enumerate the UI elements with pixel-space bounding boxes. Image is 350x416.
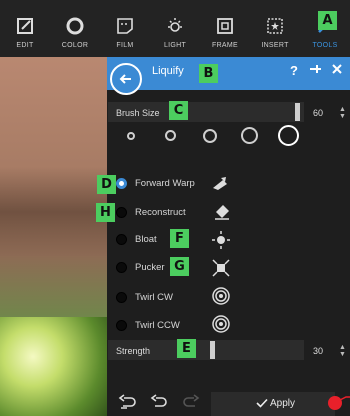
mode-bloat-radio[interactable] — [116, 234, 127, 245]
strength-stepper[interactable]: ▲ ▼ — [339, 344, 346, 358]
bloat-icon — [212, 231, 230, 249]
tool-insert[interactable]: INSERT — [250, 0, 300, 57]
callout-a: A — [318, 11, 337, 30]
close-icon[interactable] — [328, 62, 346, 80]
mode-forward-warp-label: Forward Warp — [135, 178, 195, 189]
photo-shadow — [0, 167, 110, 257]
tool-edit-label: EDIT — [16, 42, 34, 49]
pointer-line — [339, 396, 350, 401]
back-button[interactable] — [110, 63, 142, 95]
mode-reconstruct-label: Reconstruct — [135, 207, 186, 218]
callout-f: F — [170, 229, 189, 248]
callout-d: D — [97, 175, 116, 194]
back-arrow-icon — [119, 74, 131, 84]
twirl-cw-icon — [212, 287, 230, 305]
tool-light-label: LIGHT — [163, 42, 187, 49]
tool-insert-label: INSERT — [261, 42, 289, 49]
brush-preset-3[interactable] — [203, 129, 217, 143]
tool-frame[interactable]: FRAME — [200, 0, 250, 57]
mode-forward-warp-radio[interactable] — [116, 178, 127, 189]
mode-twirl-cw-radio[interactable] — [116, 292, 127, 303]
callout-c: C — [169, 101, 188, 120]
mode-twirl-ccw-label: Twirl CCW — [135, 320, 180, 331]
mode-bloat-label: Bloat — [135, 234, 157, 245]
tool-color[interactable]: COLOR — [50, 0, 100, 57]
tool-film[interactable]: FILM — [100, 0, 150, 57]
tool-frame-label: FRAME — [212, 42, 238, 49]
light-icon — [168, 18, 182, 32]
film-icon — [117, 18, 133, 34]
mode-twirl-cw-label: Twirl CW — [135, 292, 173, 303]
brush-size-value[interactable]: 60 — [313, 108, 323, 118]
mode-pucker-radio[interactable] — [116, 262, 127, 273]
pin-icon[interactable] — [306, 62, 324, 80]
redo-icon[interactable] — [182, 394, 200, 410]
mode-pucker-label: Pucker — [135, 262, 165, 273]
reconstruct-icon — [215, 205, 229, 220]
tool-light[interactable]: LIGHT — [150, 0, 200, 57]
brush-size-stepper[interactable]: ▲ ▼ — [339, 106, 346, 120]
pucker-icon — [212, 259, 230, 277]
callout-h: H — [96, 203, 115, 222]
color-icon — [66, 17, 84, 35]
strength-value[interactable]: 30 — [313, 346, 323, 356]
photo-foliage — [0, 317, 110, 416]
twirl-ccw-icon — [212, 315, 230, 333]
brush-size-label: Brush Size — [116, 108, 160, 118]
brush-preset-4[interactable] — [241, 127, 258, 144]
tool-edit[interactable]: EDIT — [0, 0, 50, 57]
panel-title: Liquify — [152, 65, 184, 77]
mode-twirl-ccw-radio[interactable] — [116, 320, 127, 331]
undo-icon[interactable] — [150, 394, 168, 410]
brush-size-thumb[interactable] — [295, 103, 301, 121]
top-toolbar: EDIT COLOR FILM LIGHT FRAME INSERT TOOLS — [0, 0, 350, 57]
tool-film-label: FILM — [116, 42, 134, 49]
undo-all-icon[interactable] — [117, 394, 137, 410]
tool-tools-label: TOOLS — [312, 42, 338, 49]
check-icon — [256, 398, 268, 408]
brush-preset-1[interactable] — [127, 132, 135, 140]
frame-icon — [217, 18, 233, 34]
photo-canvas[interactable] — [0, 57, 110, 416]
brush-preset-5[interactable] — [278, 125, 299, 146]
callout-g: G — [170, 257, 189, 276]
mode-reconstruct-radio[interactable] — [116, 207, 127, 218]
insert-icon — [267, 18, 283, 34]
strength-label: Strength — [116, 346, 151, 356]
edit-icon — [17, 18, 33, 34]
callout-b: B — [199, 64, 218, 83]
brush-preset-2[interactable] — [165, 130, 176, 141]
strength-thumb[interactable] — [209, 341, 215, 359]
forward-warp-icon — [213, 177, 227, 190]
tool-color-label: COLOR — [61, 42, 89, 49]
help-icon[interactable]: ? — [285, 62, 303, 80]
apply-label: Apply — [270, 398, 296, 409]
callout-e: E — [177, 339, 196, 358]
